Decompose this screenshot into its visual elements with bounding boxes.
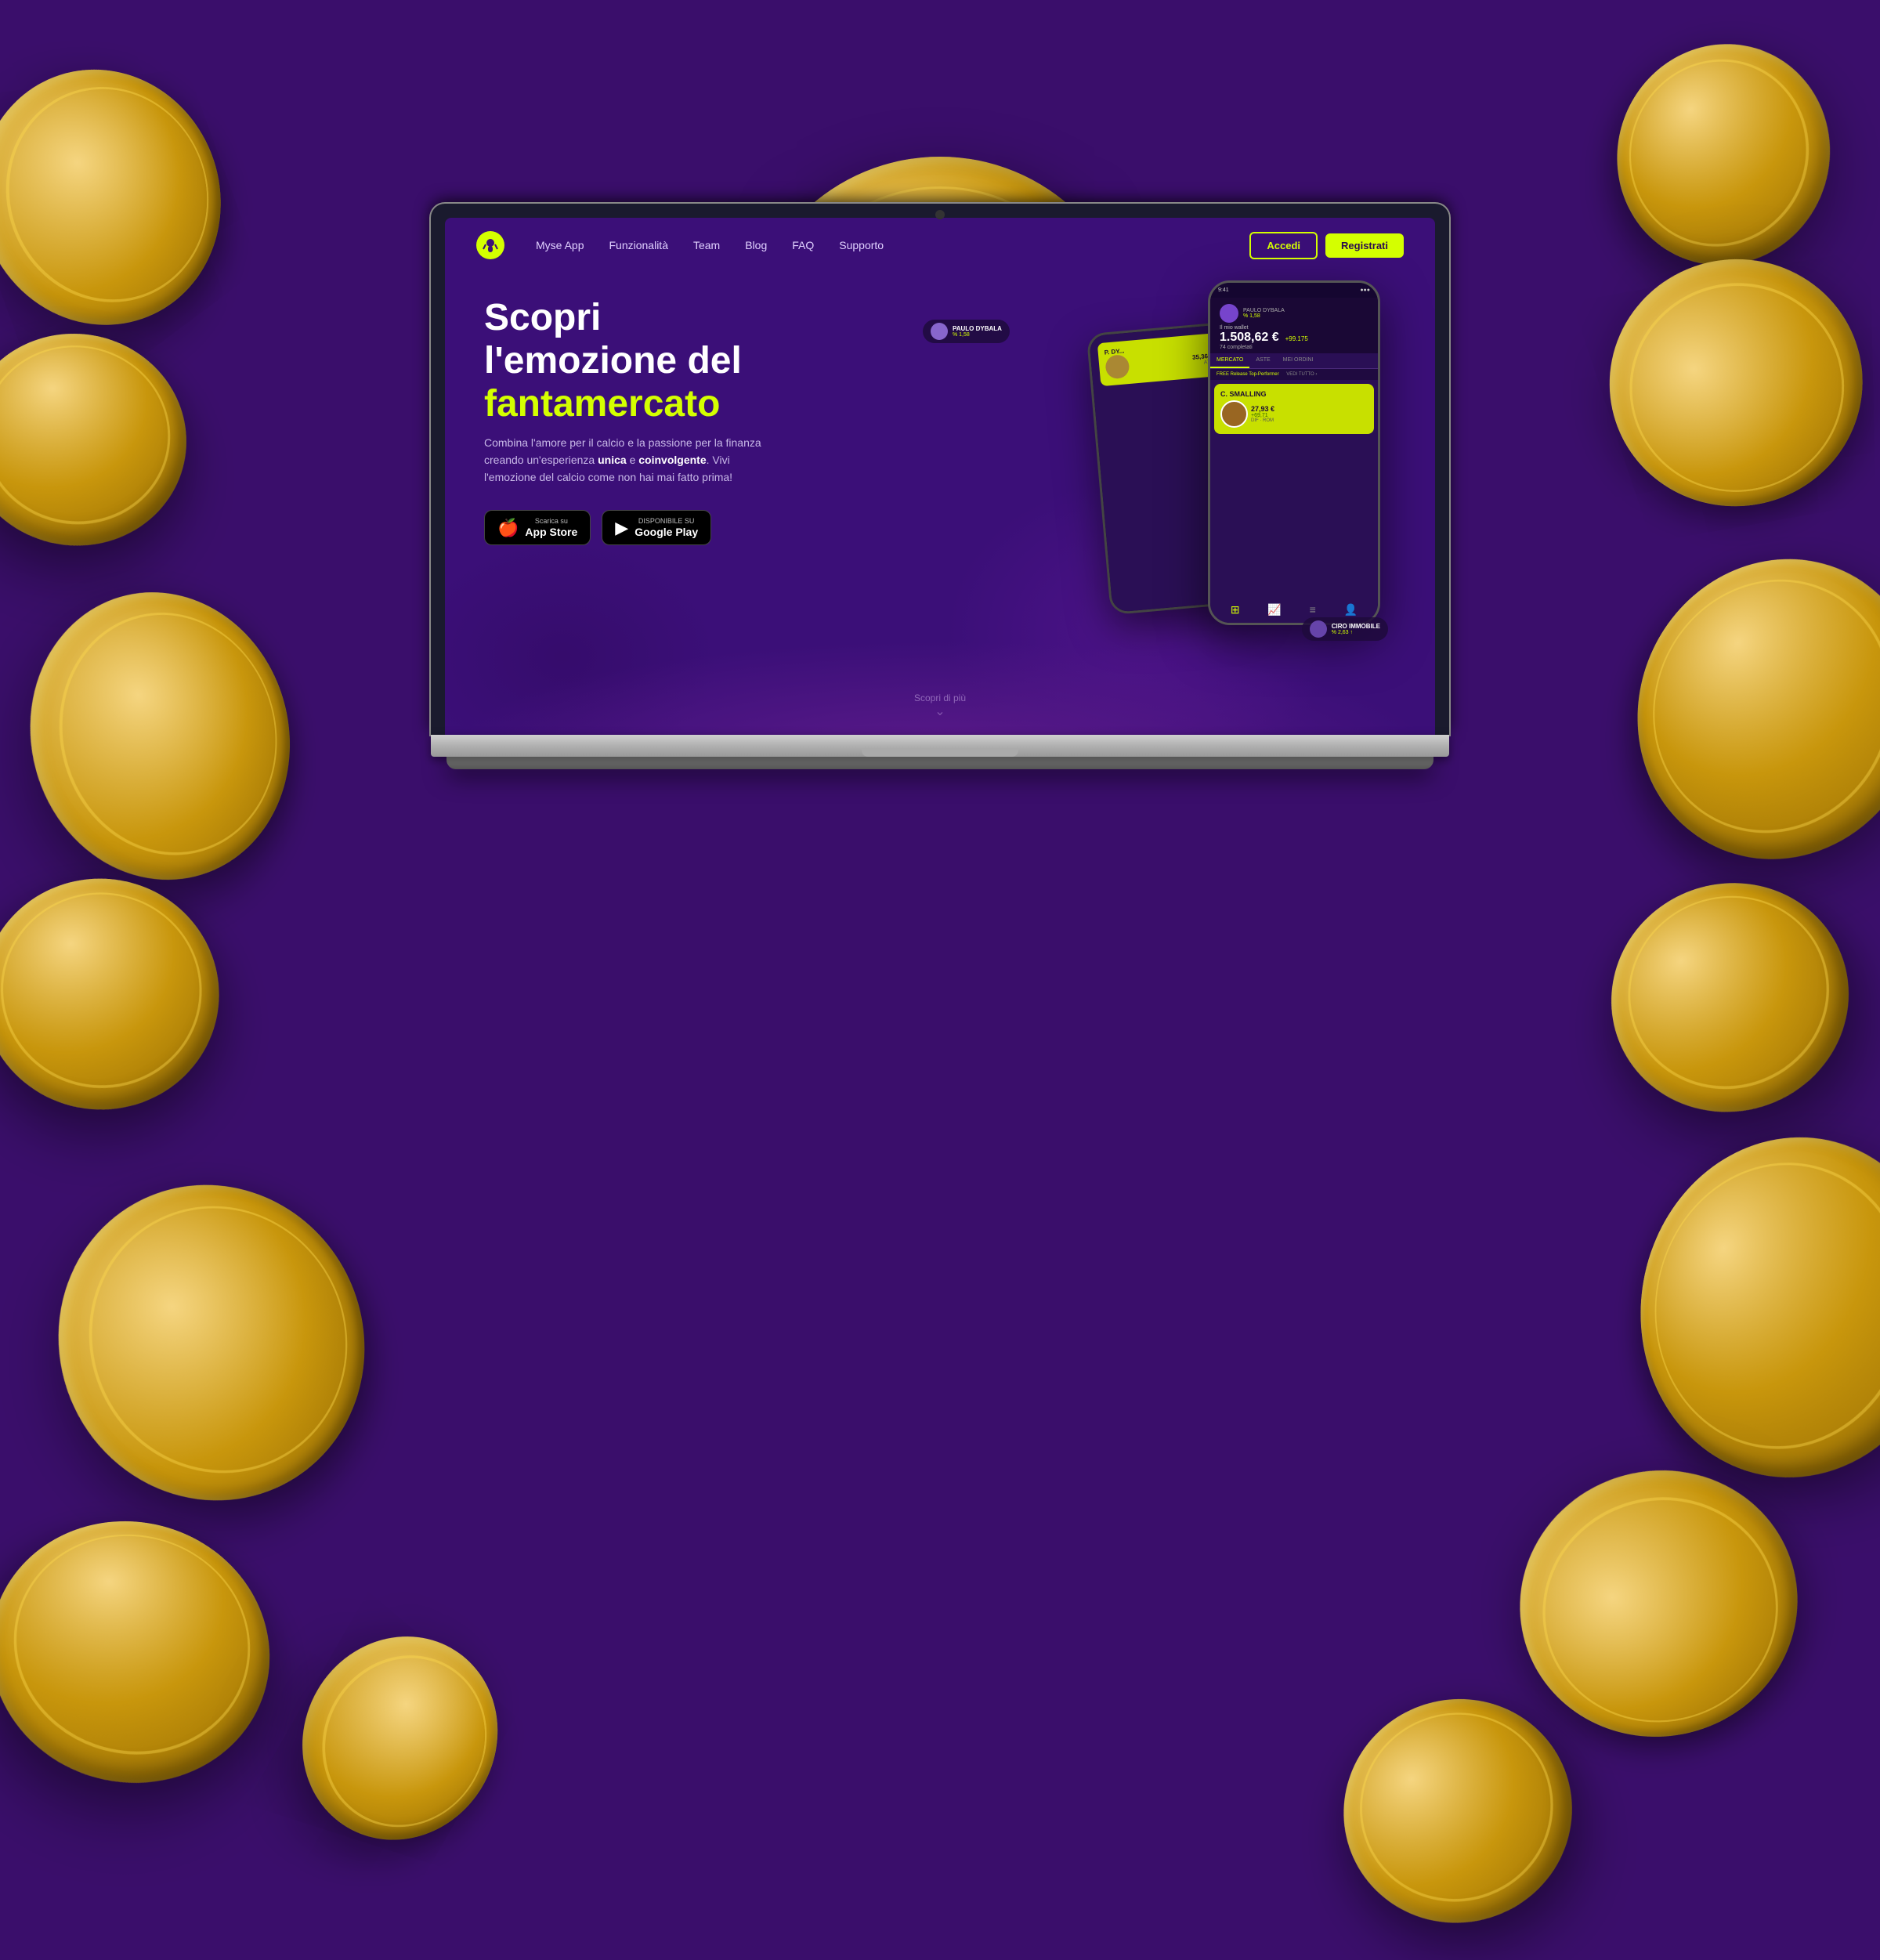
phone-completati: 74 completati [1220, 345, 1368, 350]
bg-coin-12 [1465, 1433, 1806, 1763]
bg-coin-8 [1571, 236, 1866, 523]
bg-coin-6 [0, 1497, 273, 1823]
immobile-name: CIRO IMMOBILE [1332, 623, 1380, 630]
phone-sort: VEDI TUTTO › [1286, 372, 1317, 377]
bg-coin-13 [255, 1582, 526, 1861]
hero-title-yellow: fantamercato [484, 383, 720, 425]
phone-nav-person[interactable]: 👤 [1344, 603, 1358, 617]
phone-tab-aste[interactable]: ASTE [1249, 353, 1276, 368]
logo-icon [476, 231, 504, 259]
bg-coin-2 [0, 319, 187, 566]
nav-faq[interactable]: FAQ [792, 239, 814, 251]
phone-nav-home[interactable]: ⊞ [1231, 603, 1240, 617]
player1-name: C. SMALLING [1220, 390, 1368, 398]
app-store-big-label: App Store [525, 526, 577, 539]
phone-inner-main: 9:41 ●●● PAULO DYBALA % 1 [1210, 283, 1378, 623]
hero-desc-strong1: unica [598, 454, 627, 466]
dybala-value: % 1,58 [953, 332, 1002, 338]
phone-change: +99.175 [1285, 335, 1308, 342]
play-store-big-label: Google Play [634, 526, 698, 539]
google-play-button[interactable]: ▶ DISPONIBILE SU Google Play [602, 510, 711, 546]
phone-status: ●●● [1360, 287, 1370, 293]
bg-coin-5 [0, 1157, 406, 1578]
immobile-avatar [1310, 620, 1327, 638]
laptop-shadow [446, 757, 1434, 769]
bg-coin-9 [1600, 537, 1880, 938]
player-badge1-name-phone: PAULO DYBALA [1243, 308, 1285, 313]
google-play-icon: ▶ [615, 518, 628, 538]
laptop-body: Myse App Funzionalità Team Blog FAQ Supp… [431, 204, 1449, 769]
app-store-text: Scarica su App Store [525, 517, 577, 539]
immobile-value: % 2,63 ↑ [1332, 630, 1380, 635]
nav-supporto[interactable]: Supporto [839, 239, 884, 251]
nav-links: Myse App Funzionalità Team Blog FAQ Supp… [536, 239, 1249, 251]
play-store-small-label: DISPONIBILE SU [634, 517, 698, 526]
bg-coin-10 [1596, 856, 1880, 1153]
phone-time: 9:41 [1218, 287, 1229, 293]
hero-desc-middle: e [627, 454, 639, 466]
login-button[interactable]: Accedi [1249, 232, 1318, 259]
phone-tab-ordini[interactable]: MEI ORDINI [1277, 353, 1320, 368]
player1-price-display: 27,93 € [1251, 405, 1274, 413]
nav-funzionalita[interactable]: Funzionalità [609, 239, 668, 251]
bg-coin-14 [1325, 1672, 1618, 1960]
hero-description: Combina l'amore per il calcio e la passi… [484, 434, 782, 486]
player1-change-display: +69,71 [1251, 413, 1274, 418]
app-store-button[interactable]: 🍎 Scarica su App Store [484, 510, 591, 546]
logo [476, 231, 504, 259]
hero-desc-strong2: coinvolgente [638, 454, 706, 466]
nav-team[interactable]: Team [693, 239, 720, 251]
apple-icon: 🍎 [497, 518, 519, 538]
player-badge-dybala: PAULO DYBALA % 1,58 [923, 320, 1010, 343]
google-play-text: DISPONIBILE SU Google Play [634, 517, 698, 539]
bg-coin-4 [0, 870, 225, 1121]
dybala-avatar [931, 323, 948, 340]
screen-content: Myse App Funzionalità Team Blog FAQ Supp… [445, 218, 1435, 735]
dybala-name: PAULO DYBALA [953, 325, 1002, 332]
register-button[interactable]: Registrati [1325, 233, 1404, 258]
laptop-screen-bezel: Myse App Funzionalità Team Blog FAQ Supp… [431, 204, 1449, 735]
laptop-base [431, 735, 1449, 757]
phone-tab-mercato[interactable]: MERCATO [1210, 353, 1249, 368]
hero-title: Scopri l'emozione del fantamercato [484, 296, 860, 426]
camera-notch [935, 210, 945, 219]
app-store-small-label: Scarica su [525, 517, 577, 526]
nav-blog[interactable]: Blog [745, 239, 767, 251]
player-badge-immobile: CIRO IMMOBILE % 2,63 ↑ [1302, 617, 1388, 641]
navbar: Myse App Funzionalità Team Blog FAQ Supp… [445, 218, 1435, 273]
phone-nav-chart[interactable]: 📈 [1267, 603, 1281, 617]
hero-title-line2: l'emozione del [484, 340, 742, 382]
nav-actions: Accedi Registrati [1249, 232, 1404, 259]
hero-title-line1: Scopri [484, 297, 601, 338]
app-buttons: 🍎 Scarica su App Store ▶ DISPONI [484, 510, 860, 546]
hero-content-left: Scopri l'emozione del fantamercato Combi… [484, 296, 860, 735]
phone-nav-filter[interactable]: ≡ [1310, 603, 1316, 617]
phone-filter-label: FREE Release Top-Performer [1217, 372, 1279, 377]
player-badge1-value-phone: % 1,58 [1243, 313, 1285, 319]
player1-team: DIF · ROM [1251, 418, 1274, 423]
phone-balance: 1.508,62 € [1220, 331, 1279, 345]
nav-myse-app[interactable]: Myse App [536, 239, 584, 251]
phone-mockup-main: 9:41 ●●● PAULO DYBALA % 1 [1208, 280, 1380, 625]
wallet-label: Il mio wallet [1220, 325, 1368, 331]
laptop-mockup: Myse App Funzionalità Team Blog FAQ Supp… [431, 204, 1449, 769]
